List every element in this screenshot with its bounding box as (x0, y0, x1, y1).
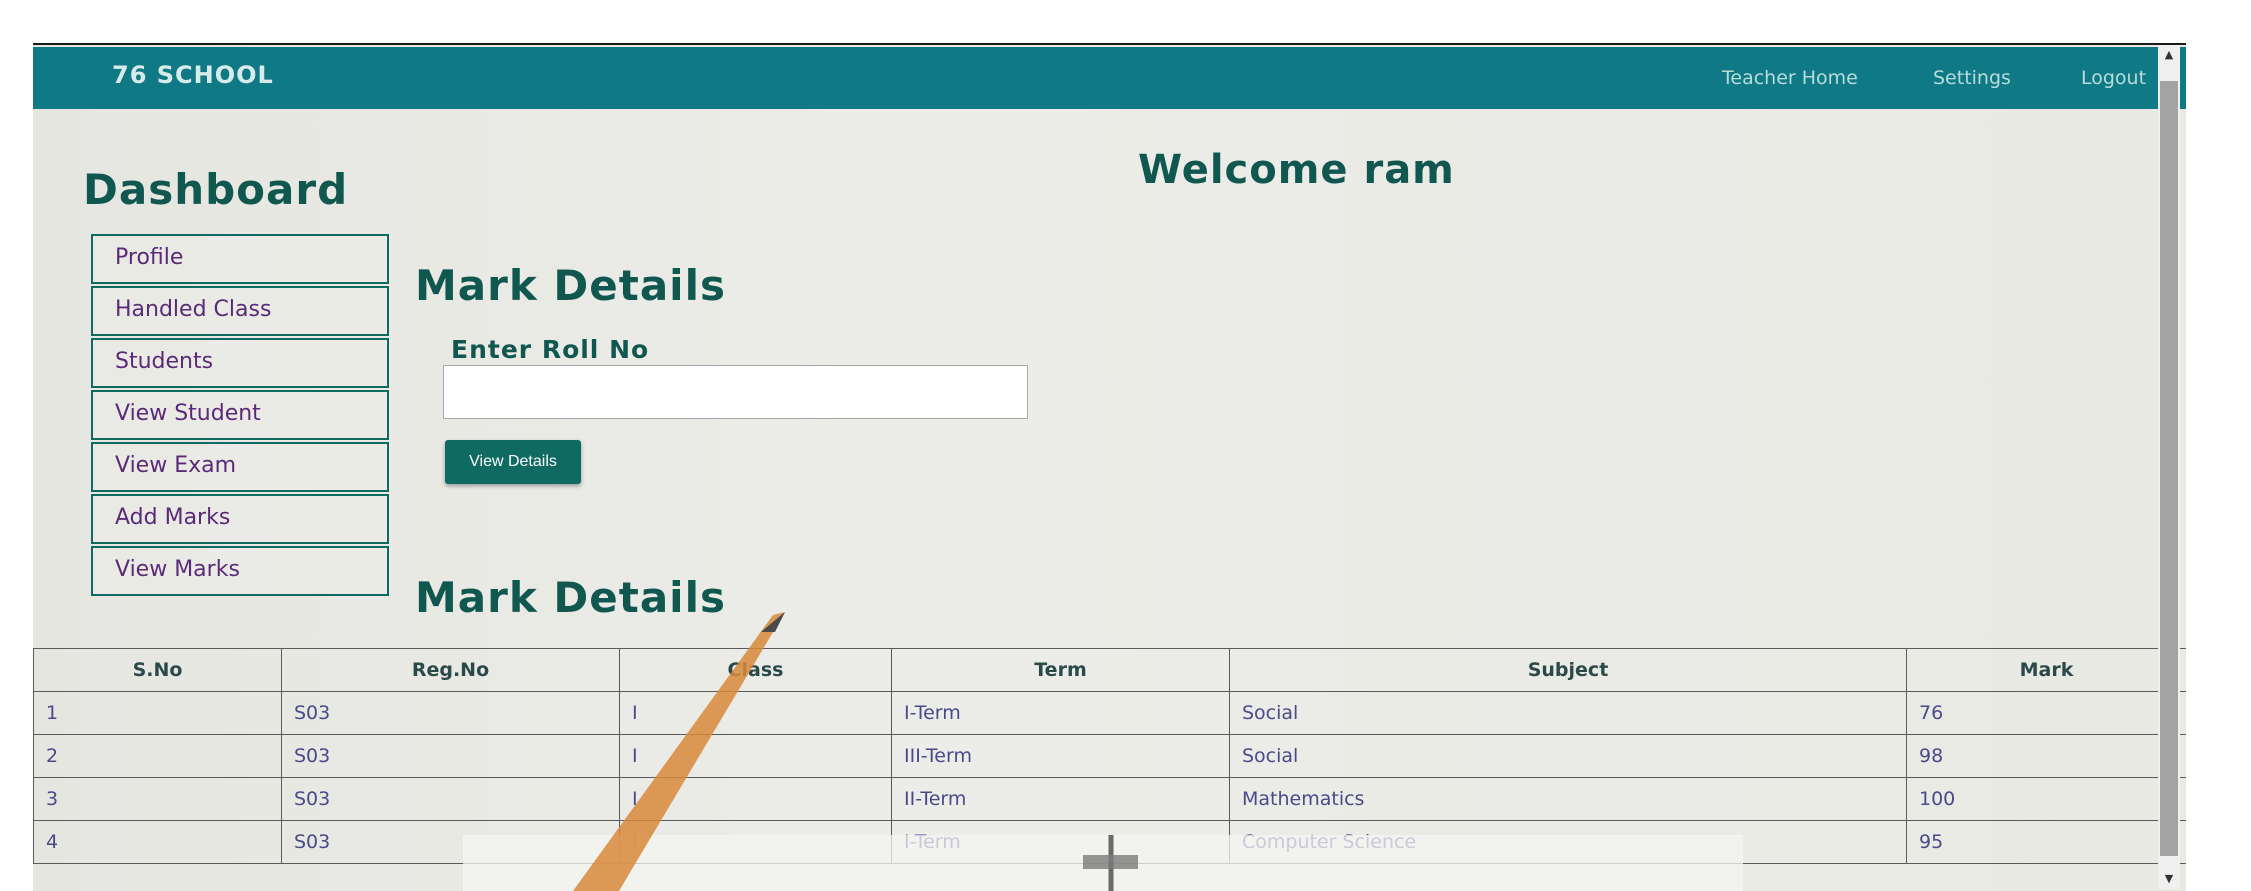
sidebar-item-handled-class[interactable]: Handled Class (91, 286, 389, 336)
cell-subject: Social (1229, 734, 1907, 778)
nav-teacher-home-link[interactable]: Teacher Home (1722, 67, 1858, 89)
cell-mark: 100 (1906, 777, 2186, 821)
cell-class: I (619, 777, 892, 821)
cell-regno: S03 (281, 820, 620, 864)
cell-regno: S03 (281, 691, 620, 735)
dashboard-title: Dashboard (83, 165, 349, 214)
sidebar-item-view-exam[interactable]: View Exam (91, 442, 389, 492)
cell-term: II-Term (891, 777, 1230, 821)
top-navbar: 76 SCHOOL Teacher Home Settings Logout (33, 47, 2186, 109)
column-header-mark: Mark (1906, 648, 2186, 692)
cell-sno: 3 (33, 777, 282, 821)
nav-logout-link[interactable]: Logout (2081, 67, 2146, 89)
roll-no-label: Enter Roll No (451, 335, 650, 364)
sidebar-item-profile[interactable]: Profile (91, 234, 389, 284)
cell-sno: 1 (33, 691, 282, 735)
background-pencil-tip (761, 612, 785, 632)
cell-subject: Computer Science (1229, 820, 1907, 864)
cell-sno: 2 (33, 734, 282, 778)
mark-details-form-title: Mark Details (415, 261, 726, 310)
cell-regno: S03 (281, 734, 620, 778)
column-header-class: Class (619, 648, 892, 692)
cell-term: I-Term (891, 691, 1230, 735)
column-header-subject: Subject (1229, 648, 1907, 692)
cell-class: I (619, 734, 892, 778)
cell-subject: Mathematics (1229, 777, 1907, 821)
scrollbar-thumb[interactable] (2160, 81, 2178, 856)
column-header-regno: Reg.No (281, 648, 620, 692)
sidebar-item-students[interactable]: Students (91, 338, 389, 388)
page-frame: 76 SCHOOL Teacher Home Settings Logout W… (33, 43, 2186, 891)
cell-term: III-Term (891, 734, 1230, 778)
welcome-heading: Welcome ram (1138, 147, 1455, 193)
mark-details-results-title: Mark Details (415, 573, 726, 622)
nav-settings-link[interactable]: Settings (1933, 67, 2011, 89)
vertical-scrollbar[interactable]: ▲ ▼ (2158, 45, 2180, 889)
cell-regno: S03 (281, 777, 620, 821)
cell-class: I (619, 820, 892, 864)
sidebar-item-view-marks[interactable]: View Marks (91, 546, 389, 596)
triangle-down-icon[interactable]: ▼ (2158, 869, 2180, 889)
cell-mark: 98 (1906, 734, 2186, 778)
table-row: 4 S03 I I-Term Computer Science 95 (33, 820, 2186, 864)
cell-class: I (619, 691, 892, 735)
cell-sno: 4 (33, 820, 282, 864)
table-row: 3 S03 I II-Term Mathematics 100 (33, 777, 2186, 821)
triangle-up-icon[interactable]: ▲ (2158, 45, 2180, 65)
sidebar-item-view-student[interactable]: View Student (91, 390, 389, 440)
cell-term: I-Term (891, 820, 1230, 864)
brand-logo-text[interactable]: 76 SCHOOL (112, 61, 274, 89)
marks-table: S.No Reg.No Class Term Subject Mark 1 S0… (33, 648, 2186, 864)
cell-subject: Social (1229, 691, 1907, 735)
cell-mark: 95 (1906, 820, 2186, 864)
table-row: 2 S03 I III-Term Social 98 (33, 734, 2186, 778)
table-header-row: S.No Reg.No Class Term Subject Mark (33, 648, 2186, 692)
sidebar-item-add-marks[interactable]: Add Marks (91, 494, 389, 544)
view-details-button[interactable]: View Details (445, 440, 581, 484)
column-header-sno: S.No (33, 648, 282, 692)
column-header-term: Term (891, 648, 1230, 692)
cell-mark: 76 (1906, 691, 2186, 735)
table-row: 1 S03 I I-Term Social 76 (33, 691, 2186, 735)
roll-no-input[interactable] (443, 365, 1028, 419)
